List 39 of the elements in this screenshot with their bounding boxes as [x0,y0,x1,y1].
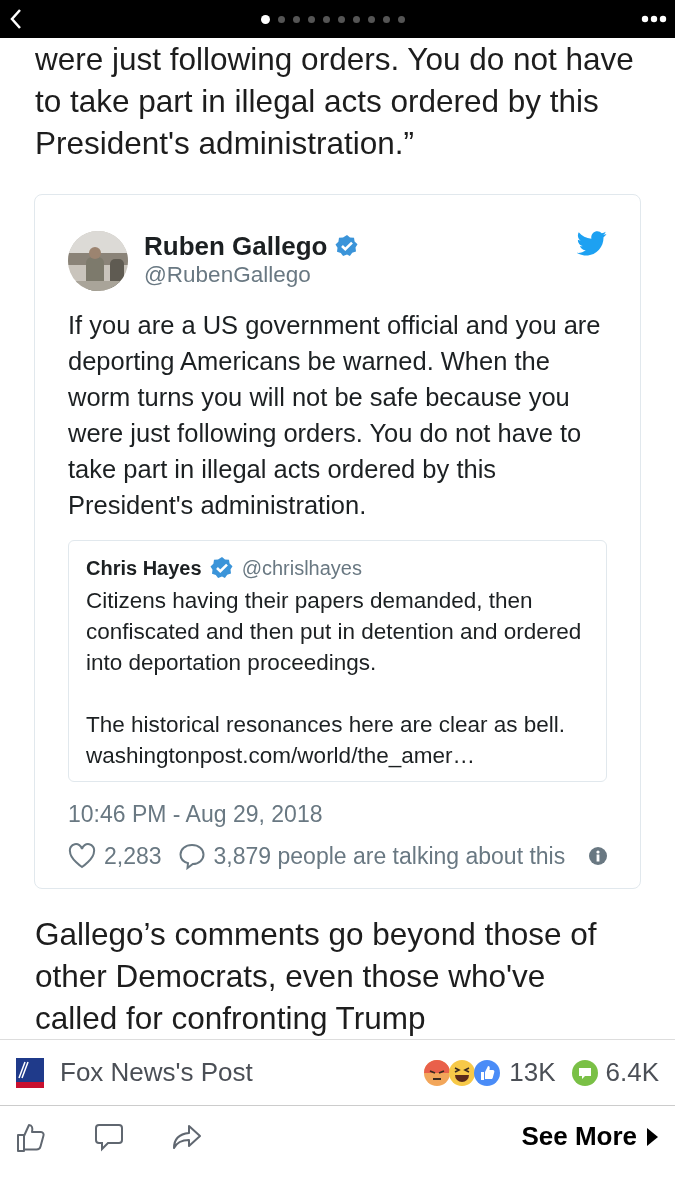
post-source[interactable]: Fox News's Post [60,1053,424,1092]
comment-icon [571,1059,598,1086]
article-text: were just following orders. You do not have to take part in illegal acts ordered by this President's administration.” [34,40,635,163]
page-dot[interactable] [260,14,270,24]
reaction-count[interactable]: 13K [509,1053,556,1092]
comment-button[interactable] [94,1121,124,1152]
quoted-tweet-text: The historical resonances here are clear as bell. [86,711,566,739]
page-dot[interactable] [292,15,300,23]
share-button[interactable] [172,1122,202,1151]
comment-count[interactable]: 6.4K [605,1053,659,1092]
talking-count[interactable]: 3,879 people are talking about this [213,842,589,870]
like-count: 2,283 [104,842,162,870]
news-logo-icon [16,1057,44,1088]
quoted-author-name: Chris Hayes [86,556,202,581]
page-dot[interactable] [307,15,315,23]
tweet-timestamp[interactable]: 10:46 PM - Aug 29, 2018 [68,800,607,828]
quoted-tweet-text: Citizens having their papers demanded, then confiscated and then put in detention and ordered into deportation proceedings. [86,587,583,677]
link-text[interactable]: washingtonpost.com/world/the_amer… [86,740,589,771]
see-more-button[interactable]: See More [521,1117,659,1156]
author-handle[interactable]: @RubenGallego [144,261,577,289]
page-dot[interactable] [367,15,375,23]
article-text: Gallego’s comments go beyond those of other Democrats, even those who've called for confronting Trump [34,915,598,1038]
tweet-text: If you are a US government official and you are deporting Americans be warned. When the worm turns you will not be safe because you were just following orders. You do not have to take part in illegal acts ordered by this President's administration. [68,310,602,521]
author-name[interactable]: Ruben Gallego [144,231,328,261]
play-triangle-icon [645,1126,659,1147]
page-dot[interactable] [382,15,390,23]
more-button[interactable] [641,15,667,23]
bird-icon[interactable] [577,231,607,257]
info-icon[interactable] [589,847,607,865]
back-button[interactable] [8,7,24,31]
quoted-tweet-card[interactable] [68,540,607,782]
speech-bubble-icon[interactable] [177,842,206,870]
page-dot[interactable] [337,15,345,23]
heart-icon[interactable] [68,843,96,869]
page-dot[interactable] [322,15,330,23]
page-dot[interactable] [397,15,405,23]
page-dot[interactable] [277,15,285,23]
page-dot[interactable] [352,15,360,23]
quoted-author-handle: @chrislhayes [241,556,362,581]
